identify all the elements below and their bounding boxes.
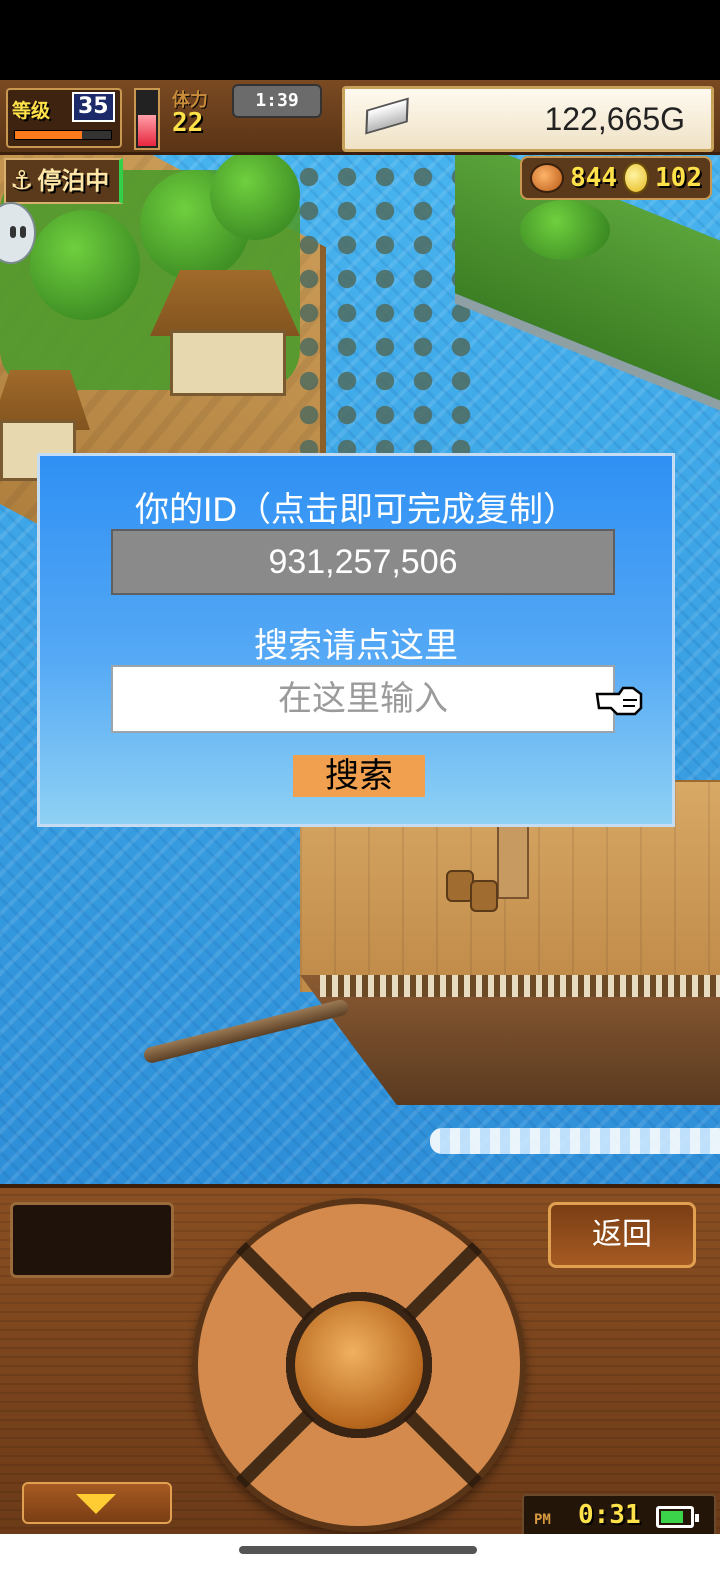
exp-bar xyxy=(14,130,112,140)
resources-panel: 844 102 xyxy=(520,156,712,200)
food-value: 844 xyxy=(570,163,618,193)
level-value: 35 xyxy=(72,92,115,122)
tree xyxy=(210,150,300,240)
gold-value: 122,665G xyxy=(544,101,685,137)
down-arrow-icon xyxy=(76,1494,116,1514)
chat-eye-left xyxy=(10,226,16,238)
info-screen xyxy=(10,1202,174,1278)
ship-mast xyxy=(497,825,529,899)
anchor-icon: ⚓ xyxy=(10,166,34,196)
exp-fill xyxy=(15,131,83,139)
docked-status-label: 停泊中 xyxy=(37,167,110,195)
system-nav-bar xyxy=(0,1534,720,1584)
back-button[interactable]: 返回 xyxy=(548,1202,696,1268)
medal-icon xyxy=(623,162,650,194)
battery-icon xyxy=(656,1506,699,1528)
stamina-value: 22 xyxy=(172,108,204,138)
search-prompt: 搜索请点这里 xyxy=(254,627,458,665)
barrel xyxy=(470,880,498,912)
chat-eye-right xyxy=(20,226,26,238)
top-hud: 等级 35 体力 22 1:39 122,665G xyxy=(0,80,720,155)
stamina-fill xyxy=(138,115,156,146)
stamina-gauge xyxy=(134,88,160,150)
medal-value: 102 xyxy=(655,163,702,193)
collapse-down-button[interactable] xyxy=(22,1482,172,1524)
wave-foam xyxy=(430,1128,720,1154)
control-panel: 返回 PM 0:31 xyxy=(0,1184,720,1542)
ship-rail xyxy=(320,975,720,997)
stamina-timer: 1:39 xyxy=(232,84,322,118)
tree xyxy=(30,210,140,320)
silver-bar-icon xyxy=(365,97,409,135)
clock-ampm: PM xyxy=(534,1512,551,1528)
status-bar xyxy=(0,0,720,80)
tree xyxy=(520,200,610,260)
search-button[interactable]: 搜索 xyxy=(293,755,425,797)
player-id-copy-box[interactable]: 931,257,506 xyxy=(111,529,615,595)
ship-wheel-dpad[interactable] xyxy=(192,1198,526,1532)
docked-status-tag: ⚓ 停泊中 xyxy=(4,158,124,204)
dialog-title: 你的ID（点击即可完成复制） xyxy=(135,491,577,529)
friend-id-dialog: 你的ID（点击即可完成复制） 931,257,506 搜索请点这里 在这里输入 … xyxy=(37,453,675,827)
clock-time: 0:31 xyxy=(578,1500,641,1530)
gold-panel[interactable]: 122,665G xyxy=(342,86,714,152)
pointing-hand-icon xyxy=(595,686,643,716)
search-id-input[interactable]: 在这里输入 xyxy=(111,665,615,733)
battery-fill xyxy=(661,1511,683,1523)
food-icon xyxy=(530,163,565,193)
home-indicator[interactable] xyxy=(239,1546,477,1554)
house xyxy=(170,330,286,396)
wheel-center-button[interactable] xyxy=(289,1295,429,1435)
level-panel: 等级 35 xyxy=(6,88,122,148)
level-label: 等级 xyxy=(12,100,51,122)
